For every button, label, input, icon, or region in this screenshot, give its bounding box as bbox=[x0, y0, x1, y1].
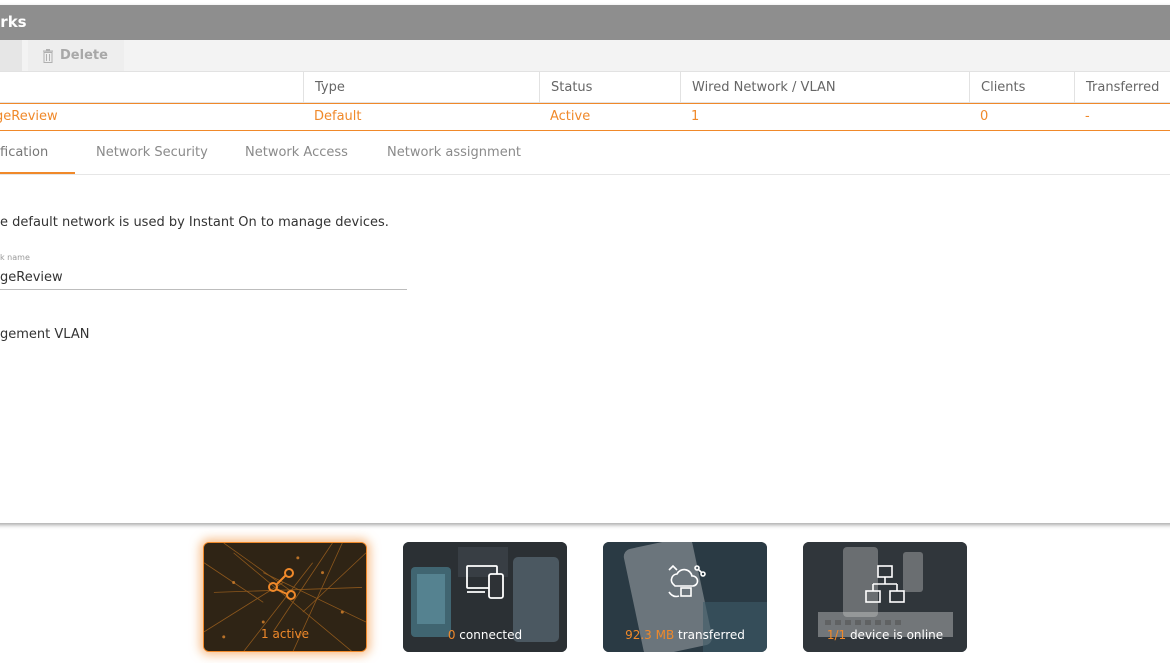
table-row[interactable]: geReview Default Active 1 0 - bbox=[0, 103, 1170, 131]
toolbar: Delete bbox=[0, 40, 1170, 72]
devices-icon bbox=[466, 565, 504, 599]
topology-icon bbox=[865, 565, 905, 603]
devices-online-text: device is online bbox=[846, 628, 944, 642]
networks-panel: orks Delete Type Status Wired Network / … bbox=[0, 5, 1170, 523]
data-transferred-amount: 92.3 MB bbox=[625, 628, 675, 642]
devices-online-label: 1/1 device is online bbox=[803, 628, 967, 642]
trash-icon bbox=[43, 48, 53, 63]
tab-network-assignment[interactable]: Network assignment bbox=[387, 131, 521, 174]
column-header-type[interactable]: Type bbox=[303, 72, 345, 103]
row-type: Default bbox=[314, 109, 362, 124]
tab-identification[interactable]: fication bbox=[0, 131, 75, 174]
tile-networks-active[interactable]: 1 active bbox=[203, 542, 367, 652]
row-clients: 0 bbox=[980, 109, 989, 124]
tile-clients-connected[interactable]: 0 connected bbox=[403, 542, 567, 652]
panel-header: orks bbox=[0, 5, 1170, 40]
devices-online-count: 1/1 bbox=[826, 628, 847, 642]
delete-label: Delete bbox=[60, 48, 108, 63]
clients-connected-label: 0 connected bbox=[403, 628, 567, 642]
row-transferred: - bbox=[1085, 109, 1090, 124]
tile-data-transferred[interactable]: 92.3 MB transferred bbox=[603, 542, 767, 652]
data-transferred-text: transferred bbox=[674, 628, 745, 642]
network-name-label: k name bbox=[0, 253, 30, 262]
delete-button[interactable]: Delete bbox=[28, 40, 124, 71]
management-vlan-label: gement VLAN bbox=[0, 327, 90, 342]
column-header-wired-vlan[interactable]: Wired Network / VLAN bbox=[680, 72, 836, 103]
row-name: geReview bbox=[0, 109, 58, 124]
tab-network-security[interactable]: Network Security bbox=[96, 131, 208, 174]
column-header-clients[interactable]: Clients bbox=[969, 72, 1025, 103]
data-transferred-label: 92.3 MB transferred bbox=[603, 628, 767, 642]
table-header: Type Status Wired Network / VLAN Clients… bbox=[0, 72, 1170, 103]
summary-tiles: 1 active 0 connected 92.3 MB transferred… bbox=[0, 542, 1170, 652]
tab-bar: fication Network Security Network Access… bbox=[0, 131, 1170, 175]
toolbar-add-button[interactable] bbox=[0, 40, 22, 71]
panel-title: orks bbox=[0, 13, 27, 31]
network-name-field[interactable]: geReview bbox=[0, 270, 63, 285]
column-header-status[interactable]: Status bbox=[539, 72, 592, 103]
network-description: e default network is used by Instant On … bbox=[0, 215, 389, 230]
networks-active-count: 1 bbox=[261, 627, 269, 641]
networks-active-text: active bbox=[268, 627, 309, 641]
cloud-transfer-icon bbox=[668, 564, 706, 598]
tile-devices-online[interactable]: 1/1 device is online bbox=[803, 542, 967, 652]
clients-connected-text: connected bbox=[455, 628, 523, 642]
row-status: Active bbox=[550, 109, 591, 124]
network-name-underline bbox=[0, 289, 407, 290]
column-header-transferred[interactable]: Transferred bbox=[1074, 72, 1159, 103]
share-network-icon bbox=[268, 568, 296, 600]
tab-network-access[interactable]: Network Access bbox=[245, 131, 348, 174]
row-vlan: 1 bbox=[691, 109, 700, 124]
networks-active-label: 1 active bbox=[204, 627, 366, 641]
